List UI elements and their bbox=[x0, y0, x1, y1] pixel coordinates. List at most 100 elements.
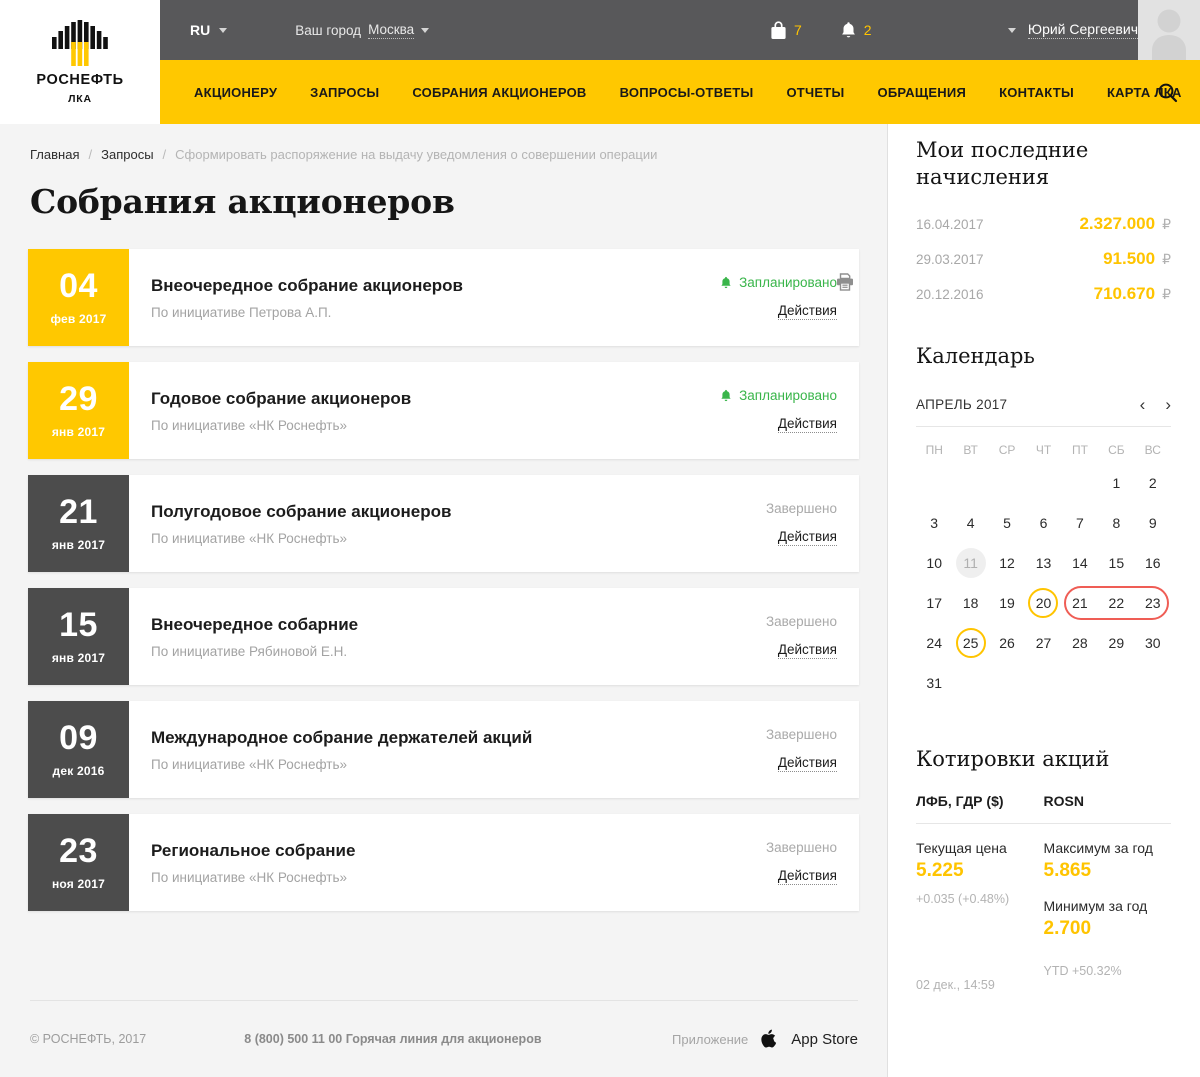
print-button[interactable] bbox=[835, 272, 855, 297]
calendar-day-18[interactable]: 18 bbox=[952, 583, 988, 623]
nav-item-4[interactable]: ОТЧЕТЫ bbox=[786, 85, 844, 100]
calendar-day-19[interactable]: 19 bbox=[989, 583, 1025, 623]
calendar-day-6[interactable]: 6 bbox=[1025, 503, 1061, 543]
meetings-list: 04 фев 2017 Внеочередное собрание акцион… bbox=[0, 221, 887, 975]
city-value[interactable]: Москва bbox=[368, 22, 415, 39]
meeting-month: янв 2017 bbox=[51, 538, 106, 552]
calendar-day-21[interactable]: 21 bbox=[1062, 583, 1098, 623]
calendar-day-10[interactable]: 10 bbox=[916, 543, 952, 583]
nav-item-0[interactable]: АКЦИОНЕРУ bbox=[194, 85, 277, 100]
meeting-day: 04 bbox=[59, 267, 98, 305]
language-switcher[interactable]: RU bbox=[190, 22, 228, 38]
notifications-counter[interactable]: 2 bbox=[840, 21, 872, 40]
calendar-day-14[interactable]: 14 bbox=[1062, 543, 1098, 583]
avatar[interactable] bbox=[1138, 0, 1200, 60]
nav-item-2[interactable]: СОБРАНИЯ АКЦИОНЕРОВ bbox=[412, 85, 586, 100]
actions-link[interactable]: Действия bbox=[777, 416, 837, 433]
meeting-title: Внеочередное собрание акционеров bbox=[151, 275, 464, 295]
nav-item-5[interactable]: ОБРАЩЕНИЯ bbox=[877, 85, 966, 100]
actions-link[interactable]: Действия bbox=[777, 868, 837, 885]
meeting-card[interactable]: 23 ноя 2017 Региональное собрание По ини… bbox=[28, 814, 859, 911]
meeting-card[interactable]: 09 дек 2016 Международное собрание держа… bbox=[28, 701, 859, 798]
chevron-down-icon bbox=[219, 27, 228, 33]
nav-item-3[interactable]: ВОПРОСЫ-ОТВЕТЫ bbox=[620, 85, 754, 100]
calendar-nav: ‹ › bbox=[1140, 396, 1171, 413]
meeting-card[interactable]: 21 янв 2017 Полугодовое собрание акционе… bbox=[28, 475, 859, 572]
actions-link[interactable]: Действия bbox=[777, 303, 837, 320]
calendar-day-9[interactable]: 9 bbox=[1135, 503, 1171, 543]
calendar-day-12[interactable]: 12 bbox=[989, 543, 1025, 583]
calendar-cell-empty bbox=[1025, 463, 1061, 503]
breadcrumb-section[interactable]: Запросы bbox=[101, 147, 153, 162]
user-name[interactable]: Юрий Сергеевич bbox=[1027, 21, 1138, 39]
meeting-card[interactable]: 29 янв 2017 Годовое собрание акционеров … bbox=[28, 362, 859, 459]
calendar-prev-icon[interactable]: ‹ bbox=[1140, 396, 1146, 413]
calendar-day-7[interactable]: 7 bbox=[1062, 503, 1098, 543]
accrual-value: 2.327.000 ₽ bbox=[1079, 214, 1171, 234]
search-icon bbox=[1158, 83, 1178, 102]
calendar-day-16[interactable]: 16 bbox=[1135, 543, 1171, 583]
breadcrumb-separator: / bbox=[162, 147, 167, 162]
app-store-link[interactable]: Приложение App Store bbox=[672, 1028, 858, 1050]
calendar-day-31[interactable]: 31 bbox=[916, 663, 952, 703]
calendar-day-29[interactable]: 29 bbox=[1098, 623, 1134, 663]
logo-block[interactable]: РОСНЕФТЬ ЛКА bbox=[0, 0, 160, 124]
calendar-day-label: 21 bbox=[1072, 594, 1088, 611]
meeting-day: 23 bbox=[59, 832, 98, 870]
chevron-down-icon bbox=[421, 27, 430, 33]
meeting-day: 29 bbox=[59, 380, 98, 418]
calendar-day-30[interactable]: 30 bbox=[1135, 623, 1171, 663]
calendar-day-17[interactable]: 17 bbox=[916, 583, 952, 623]
meeting-card[interactable]: 04 фев 2017 Внеочередное собрание акцион… bbox=[28, 249, 859, 346]
nav-item-1[interactable]: ЗАПРОСЫ bbox=[310, 85, 379, 100]
meeting-body: Региональное собрание По инициативе «НК … bbox=[129, 814, 859, 911]
calendar-cell-empty bbox=[1062, 463, 1098, 503]
calendar-day-label: 17 bbox=[926, 594, 942, 611]
calendar-day-1[interactable]: 1 bbox=[1098, 463, 1134, 503]
search-button[interactable] bbox=[1157, 82, 1178, 103]
calendar-day-13[interactable]: 13 bbox=[1025, 543, 1061, 583]
calendar-day-5[interactable]: 5 bbox=[989, 503, 1025, 543]
calendar-day-15[interactable]: 15 bbox=[1098, 543, 1134, 583]
calendar-day-23[interactable]: 23 bbox=[1135, 583, 1171, 623]
meeting-month: янв 2017 bbox=[51, 425, 106, 439]
calendar-day-26[interactable]: 26 bbox=[989, 623, 1025, 663]
meeting-day: 15 bbox=[59, 606, 98, 644]
actions-link[interactable]: Действия bbox=[777, 642, 837, 659]
accrual-value: 91.500 ₽ bbox=[1103, 249, 1171, 269]
calendar-day-22[interactable]: 22 bbox=[1098, 583, 1134, 623]
meeting-card[interactable]: 15 янв 2017 Внеочередное собарние По ини… bbox=[28, 588, 859, 685]
accrual-date: 20.12.2016 bbox=[916, 286, 984, 302]
breadcrumb: Главная / Запросы / Сформировать распоря… bbox=[0, 124, 887, 162]
calendar-day-8[interactable]: 8 bbox=[1098, 503, 1134, 543]
nav-item-6[interactable]: КОНТАКТЫ bbox=[999, 85, 1074, 100]
calendar-day-2[interactable]: 2 bbox=[1135, 463, 1171, 503]
accrual-value: 710.670 ₽ bbox=[1094, 284, 1171, 304]
meeting-body: Международное собрание держателей акций … bbox=[129, 701, 859, 798]
calendar-day-20[interactable]: 20 bbox=[1025, 583, 1061, 623]
quotes-title: Котировки акций bbox=[916, 746, 1110, 771]
user-menu[interactable]: Юрий Сергеевич bbox=[1007, 21, 1138, 39]
calendar-day-25[interactable]: 25 bbox=[952, 623, 988, 663]
calendar-next-icon[interactable]: › bbox=[1165, 396, 1171, 413]
calendar-day-3[interactable]: 3 bbox=[916, 503, 952, 543]
meeting-text: Внеочередное собрание акционеров По иниц… bbox=[151, 276, 667, 320]
brand-name: РОСНЕФТЬ bbox=[36, 71, 124, 88]
meeting-body: Внеочередное собрание акционеров По иниц… bbox=[129, 249, 859, 346]
accrual-row: 16.04.2017 2.327.000 ₽ bbox=[916, 214, 1171, 234]
actions-link[interactable]: Действия bbox=[777, 755, 837, 772]
city-selector[interactable]: Ваш город Москва bbox=[295, 22, 430, 39]
status-text: Завершено bbox=[765, 727, 837, 742]
breadcrumb-home[interactable]: Главная bbox=[30, 147, 79, 162]
calendar-day-28[interactable]: 28 bbox=[1062, 623, 1098, 663]
calendar-day-11[interactable]: 11 bbox=[952, 543, 988, 583]
calendar-day-27[interactable]: 27 bbox=[1025, 623, 1061, 663]
cart-counter[interactable]: 7 bbox=[770, 20, 802, 40]
actions-link[interactable]: Действия bbox=[777, 529, 837, 546]
calendar-day-24[interactable]: 24 bbox=[916, 623, 952, 663]
calendar-dow: ВТ bbox=[963, 442, 978, 457]
calendar-day-label: 20 bbox=[1028, 587, 1059, 618]
calendar-day-label: 2 bbox=[1148, 474, 1157, 491]
calendar-day-4[interactable]: 4 bbox=[952, 503, 988, 543]
accrual-row: 29.03.2017 91.500 ₽ bbox=[916, 249, 1171, 269]
